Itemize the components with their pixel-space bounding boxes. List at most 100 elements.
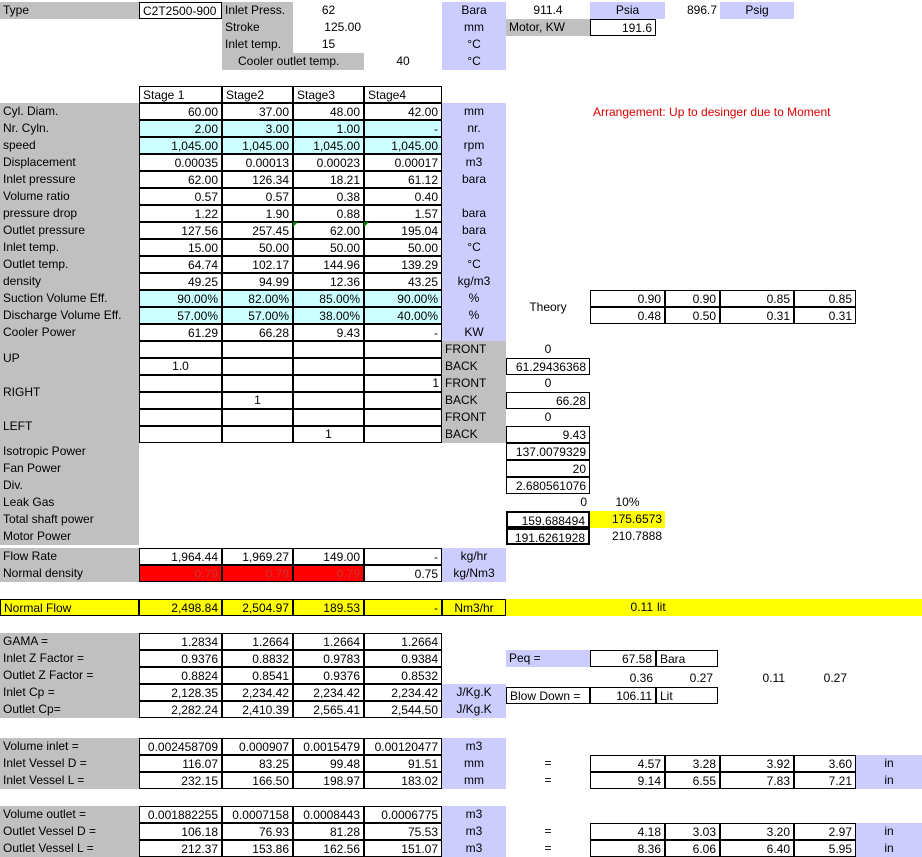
arr-cell[interactable] [293,341,364,358]
arr-cell[interactable] [222,375,293,392]
right-front-value: 0 [544,376,552,390]
row-label: Cyl. Diam. [0,103,139,120]
row-value: 0.57 [139,188,222,205]
vessel-inch-value: 7.21 [794,772,856,789]
thermo-value: 2,128.35 [139,684,222,701]
up-value[interactable]: 1.0 [139,358,222,375]
motor-value: 191.6261928 [506,528,590,545]
row-value[interactable]: 40.00% [364,307,442,324]
arr-cell[interactable] [293,392,364,409]
arr-cell[interactable] [293,409,364,426]
arr-cell[interactable] [364,341,442,358]
arr-cell[interactable] [222,409,293,426]
vessel-value: 99.48 [293,755,364,772]
flow-rate-value: 1,964.44 [139,548,222,565]
equals-sign: = [544,756,552,770]
row-value: 195.04 [364,222,442,239]
row-value[interactable]: 57.00% [222,307,293,324]
row-label: density [0,273,139,290]
left-stage3[interactable]: 1 [293,426,364,443]
arr-cell[interactable] [364,426,442,443]
row-value: 50.00 [293,239,364,256]
thermo-unit: J/Kg.K [442,701,506,718]
total-label: Total shaft power [0,511,139,528]
right-stage4[interactable]: 1 [364,375,442,392]
fan-value: 20 [506,460,590,477]
row-value[interactable]: 82.00% [222,290,293,307]
arr-cell[interactable] [139,392,222,409]
row-label: Inlet pressure [0,171,139,188]
row-value[interactable]: 1,045.00 [139,137,222,154]
arr-cell[interactable] [139,341,222,358]
vessel-inch-unit: in [856,840,922,857]
stage-header-4: Stage4 [364,86,442,103]
thermo-value: 0.9384 [364,650,442,667]
arr-cell[interactable] [222,358,293,375]
row-value: 18.21 [293,171,364,188]
row-value[interactable]: 85.00% [293,290,364,307]
row-value[interactable]: 90.00% [364,290,442,307]
vessel-value: 0.0015479 [293,738,364,755]
thermo-value: 0.8532 [364,667,442,684]
vessel-value: 75.53 [364,823,442,840]
arr-cell[interactable] [364,358,442,375]
row-unit: mm [442,103,506,120]
right-stage2[interactable]: 1 [222,392,293,409]
thermo-label: Outlet Cp= [0,701,139,718]
row-value: 144.96 [293,256,364,273]
arr-cell[interactable] [139,409,222,426]
front-label: FRONT [442,375,506,392]
blow-down-value: 106.11 [590,687,656,704]
vessel-inch-unit: in [856,772,922,789]
row-unit: °C [442,239,506,256]
arr-cell[interactable] [139,375,222,392]
type-label: Type [0,2,139,19]
vessel-unit: mm [442,755,506,772]
vessel-value: 81.28 [293,823,364,840]
stroke-value[interactable]: 125.00 [293,19,364,36]
row-value[interactable]: 2.00 [139,120,222,137]
row-value[interactable]: 1.00 [293,120,364,137]
row-value[interactable]: 57.00% [139,307,222,324]
equals-sign: = [544,824,552,838]
arr-cell[interactable] [139,426,222,443]
thermo-value: 0.8541 [222,667,293,684]
row-value: 64.74 [139,256,222,273]
div-value: 2.680561076 [506,477,590,494]
row-value[interactable]: 1,045.00 [222,137,293,154]
type-value[interactable]: C2T2500-900 [139,2,222,19]
theory-suction: 0.90 [590,290,665,307]
row-value[interactable]: 1,045.00 [364,137,442,154]
vessel-inch-value: 3.03 [665,823,720,840]
arr-cell[interactable] [364,392,442,409]
arr-cell[interactable] [293,358,364,375]
thermo-value: 0.9376 [139,650,222,667]
inlet-temp-value[interactable]: 15 [293,36,364,53]
row-value[interactable]: - [364,120,442,137]
thermo-value: 0.9783 [293,650,364,667]
inlet-press-value[interactable]: 62 [293,2,364,19]
row-value[interactable]: 38.00% [293,307,364,324]
row-unit [442,188,506,205]
cooler-outlet-value[interactable]: 40 [364,53,442,70]
normal-flow-label: Normal Flow [0,599,139,616]
leak-pct: 10% [615,495,640,509]
vessel-value: 198.97 [293,772,364,789]
total-shaft-power-2: 175.6573 [590,511,665,528]
arr-cell[interactable] [293,375,364,392]
stage-header-2: Stage2 [222,86,293,103]
unit-c2: °C [442,53,506,70]
row-value[interactable]: 90.00% [139,290,222,307]
left-label: LEFT [0,409,139,443]
row-value[interactable]: 1,045.00 [293,137,364,154]
arr-cell[interactable] [364,409,442,426]
motor-power-2: 210.7888 [611,529,662,543]
normal-density-value: 0.79 [293,565,364,582]
vessel-value: 212.37 [139,840,222,857]
vessel-unit: m3 [442,806,506,823]
peq-value: 67.58 [590,650,656,667]
arr-cell[interactable] [222,426,293,443]
arr-cell[interactable] [222,341,293,358]
row-value[interactable]: 3.00 [222,120,293,137]
row-value: 61.12 [364,171,442,188]
